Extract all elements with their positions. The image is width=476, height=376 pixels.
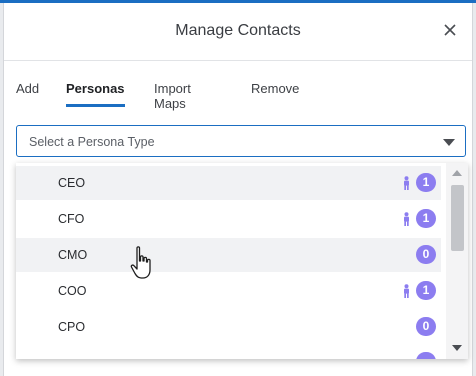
- count-badge: 1: [416, 281, 436, 300]
- person-icon: [404, 284, 409, 298]
- list-item-cpo[interactable]: CPO 0: [16, 310, 441, 344]
- scroll-down-arrow-icon[interactable]: [452, 345, 462, 351]
- tab-import-maps[interactable]: Import Maps: [154, 81, 191, 119]
- list-item-partial[interactable]: [16, 346, 441, 359]
- list-item-label: CEO: [58, 176, 86, 190]
- list-item-ceo[interactable]: CEO 1: [16, 166, 441, 200]
- persona-dropdown-list: CEO 1 CFO 1 CMO 0 COO 1 CPO 0: [16, 163, 468, 359]
- list-item-label: COO: [58, 284, 87, 298]
- modal-header: Manage Contacts: [4, 3, 472, 61]
- close-icon[interactable]: [442, 22, 458, 38]
- scroll-up-arrow-icon[interactable]: [452, 170, 462, 176]
- list-item-label: CMO: [58, 248, 88, 262]
- tab-add[interactable]: Add: [16, 81, 39, 104]
- dropdown-scrollbar[interactable]: [446, 163, 468, 359]
- count-badge: 1: [416, 209, 436, 228]
- persona-type-placeholder: Select a Persona Type: [29, 135, 155, 149]
- count-badge: [416, 352, 436, 359]
- chevron-down-icon[interactable]: [443, 139, 455, 146]
- manage-contacts-modal: Manage Contacts Add Personas Import Maps…: [3, 3, 473, 376]
- person-icon: [404, 212, 409, 226]
- tab-remove[interactable]: Remove: [251, 81, 299, 104]
- scrollbar-thumb[interactable]: [451, 185, 464, 251]
- persona-type-select[interactable]: Select a Persona Type: [16, 125, 466, 157]
- modal-title: Manage Contacts: [175, 22, 301, 39]
- count-badge: 1: [416, 173, 436, 192]
- list-item-cmo[interactable]: CMO 0: [16, 238, 441, 272]
- hand-pointer-cursor-icon: [130, 246, 151, 279]
- list-item-label: CFO: [58, 212, 85, 226]
- tab-personas[interactable]: Personas: [66, 81, 125, 107]
- list-item-coo[interactable]: COO 1: [16, 274, 441, 308]
- person-icon: [404, 176, 409, 190]
- count-badge: 0: [416, 245, 436, 264]
- count-badge: 0: [416, 317, 436, 336]
- list-item-cfo[interactable]: CFO 1: [16, 202, 441, 236]
- list-item-label: CPO: [58, 320, 86, 334]
